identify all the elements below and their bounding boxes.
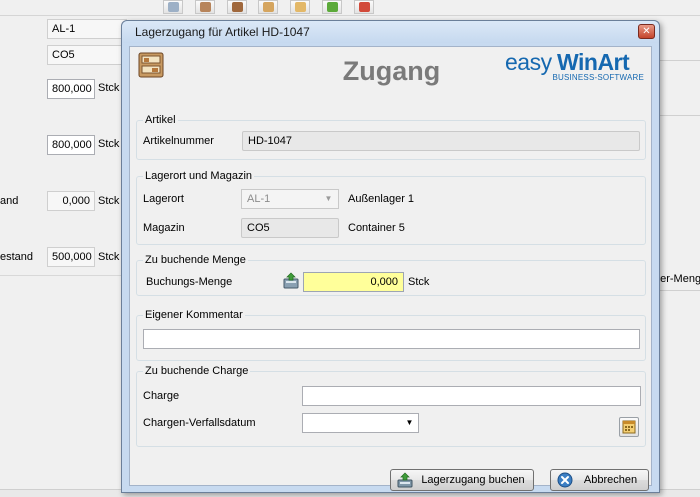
group-kommentar: Eigener Kommentar bbox=[136, 309, 646, 361]
magazin-description: Container 5 bbox=[348, 222, 405, 234]
magazin-field: CO5 bbox=[241, 218, 339, 238]
background-right-label: ger-Meng bbox=[654, 273, 700, 285]
background-lagerort-field[interactable]: AL-1 bbox=[47, 19, 127, 39]
group-title-artikel: Artikel bbox=[143, 114, 178, 126]
charge-input[interactable] bbox=[302, 386, 641, 406]
toolbar-button-5[interactable] bbox=[322, 0, 342, 14]
search-icon bbox=[168, 2, 179, 12]
group-lagerort-magazin: Lagerort und Magazin Lagerort AL-1 ▼ Auß… bbox=[136, 170, 646, 245]
group-title-lagerort: Lagerort und Magazin bbox=[143, 170, 255, 182]
background-quantity-field[interactable]: 0,000 bbox=[47, 191, 95, 211]
lagerort-select[interactable]: AL-1 ▼ bbox=[241, 189, 339, 209]
easywinart-logo: easy WinArt BUSINESS-SOFTWARE bbox=[505, 49, 650, 83]
background-toolbar bbox=[0, 0, 700, 16]
lagerzugang-buchen-button[interactable]: Lagerzugang buchen bbox=[390, 469, 534, 491]
background-magazin-field[interactable]: CO5 bbox=[47, 45, 127, 65]
background-divider bbox=[0, 275, 121, 276]
toolbar-button-search[interactable] bbox=[163, 0, 183, 14]
background-unit: Stck bbox=[98, 251, 120, 263]
group-title-charge: Zu buchende Charge bbox=[143, 365, 251, 377]
group-charge: Zu buchende Charge Charge Chargen-Verfal… bbox=[136, 365, 646, 447]
chevron-down-icon: ▼ bbox=[324, 194, 333, 203]
background-label: estand bbox=[0, 251, 34, 263]
background-unit: Stck bbox=[98, 82, 120, 94]
buchungs-menge-unit: Stck bbox=[408, 276, 430, 288]
group-menge: Zu buchende Menge Buchungs-Menge 0,000 S… bbox=[136, 254, 646, 296]
lagerort-select-value: AL-1 bbox=[247, 193, 271, 205]
box-open-icon bbox=[263, 2, 274, 12]
kommentar-input[interactable] bbox=[143, 329, 640, 349]
charge-label: Charge bbox=[143, 390, 180, 402]
logo-text-easy: easy bbox=[505, 49, 552, 75]
lagerzugang-dialog: Lagerzugang für Artikel HD-1047 ✕ Zugang… bbox=[121, 20, 660, 493]
artikelnummer-field: HD-1047 bbox=[242, 131, 640, 151]
logo-subtitle: BUSINESS-SOFTWARE bbox=[552, 73, 644, 82]
abbrechen-button[interactable]: Abbrechen bbox=[550, 469, 649, 491]
toolbar-button-6[interactable] bbox=[354, 0, 374, 14]
buchungs-menge-input[interactable]: 0,000 bbox=[303, 272, 404, 292]
toolbar-button-4[interactable] bbox=[290, 0, 310, 14]
abbrechen-label: Abbrechen bbox=[583, 474, 638, 486]
dialog-titlebar[interactable]: Lagerzugang für Artikel HD-1047 ✕ bbox=[122, 21, 659, 43]
background-quantity-field[interactable]: 800,000 bbox=[47, 79, 95, 99]
lagerort-description: Außenlager 1 bbox=[348, 193, 415, 205]
close-button[interactable]: ✕ bbox=[638, 24, 655, 39]
dialog-title: Lagerzugang für Artikel HD-1047 bbox=[135, 25, 310, 39]
magazin-label: Magazin bbox=[143, 222, 185, 234]
box-icon bbox=[232, 2, 243, 12]
group-artikel: Artikel Artikelnummer HD-1047 bbox=[136, 114, 646, 160]
red-box-icon bbox=[359, 2, 370, 12]
toolbar-button-2[interactable] bbox=[227, 0, 247, 14]
background-divider bbox=[660, 290, 700, 291]
background-divider bbox=[660, 60, 700, 61]
group-title-kommentar: Eigener Kommentar bbox=[143, 309, 245, 321]
background-divider bbox=[660, 115, 700, 116]
calendar-button[interactable] bbox=[619, 417, 639, 437]
buchungs-menge-label: Buchungs-Menge bbox=[146, 276, 233, 288]
green-box-icon bbox=[327, 2, 338, 12]
background-quantity-field[interactable]: 800,000 bbox=[47, 135, 95, 155]
chevron-down-icon[interactable]: ▼ bbox=[401, 414, 418, 432]
dialog-content: Zugang easy WinArt BUSINESS-SOFTWARE Art… bbox=[129, 46, 652, 491]
background-unit: Stck bbox=[98, 138, 120, 150]
calendar-icon bbox=[622, 420, 636, 434]
cancel-icon bbox=[557, 472, 573, 488]
lagerort-label: Lagerort bbox=[143, 193, 184, 205]
toolbar-button-1[interactable] bbox=[195, 0, 215, 14]
background-unit: Stck bbox=[98, 195, 120, 207]
folder-icon bbox=[295, 2, 306, 12]
toolbar-button-3[interactable] bbox=[258, 0, 278, 14]
calculator-icon[interactable] bbox=[283, 272, 300, 289]
background-quantity-field[interactable]: 500,000 bbox=[47, 247, 95, 267]
artikelnummer-label: Artikelnummer bbox=[143, 135, 214, 147]
lagerzugang-buchen-label: Lagerzugang buchen bbox=[421, 474, 525, 486]
book-stock-icon bbox=[397, 472, 413, 488]
group-title-menge: Zu buchende Menge bbox=[143, 254, 248, 266]
chargen-verfallsdatum-label: Chargen-Verfallsdatum bbox=[143, 417, 256, 429]
box-icon bbox=[200, 2, 211, 12]
logo-text-winart: WinArt bbox=[557, 49, 630, 75]
background-label: and bbox=[0, 195, 19, 207]
chargen-verfallsdatum-input[interactable]: ▼ bbox=[302, 413, 419, 433]
